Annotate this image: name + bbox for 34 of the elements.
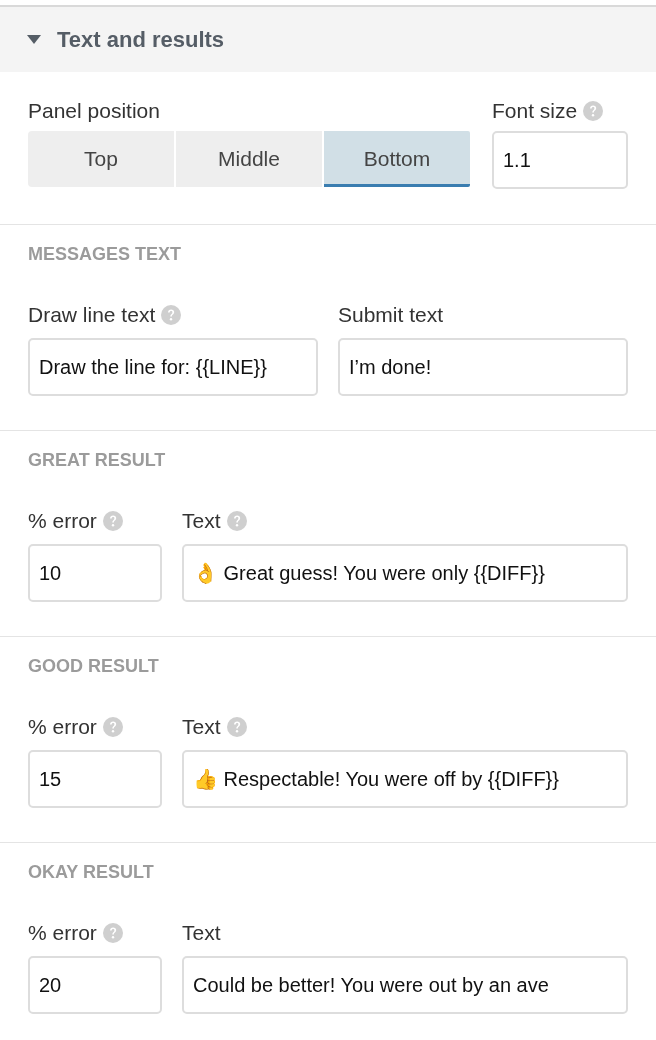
- field-label: Font size: [492, 98, 578, 124]
- text-input[interactable]: Could be better! You were out by an ave: [182, 956, 628, 1014]
- field-label: % error: [28, 714, 97, 740]
- segment-tab[interactable]: Top: [28, 131, 174, 187]
- segment-tab[interactable]: Bottom: [324, 131, 470, 187]
- text-input[interactable]: 👌 Great guess! You were only {{DIFF}}: [182, 544, 628, 602]
- help-icon[interactable]: [161, 305, 182, 325]
- field-label: Draw line text: [28, 302, 156, 328]
- field-label: Panel position: [28, 98, 160, 124]
- group-heading: GOOD RESULT: [28, 655, 159, 677]
- field-label: % error: [28, 920, 97, 946]
- text-input[interactable]: 👍 Respectable! You were off by {{DIFF}}: [182, 750, 628, 808]
- help-icon[interactable]: [226, 511, 247, 531]
- number-input[interactable]: 20: [28, 956, 162, 1014]
- text-input[interactable]: Draw the line for: {{LINE}}: [28, 338, 318, 396]
- segment-tab[interactable]: Middle: [176, 131, 322, 187]
- field-label: Text: [182, 508, 221, 534]
- number-input[interactable]: 15: [28, 750, 162, 808]
- help-icon[interactable]: [102, 923, 123, 943]
- section-header[interactable]: Text and results: [0, 7, 656, 72]
- number-input[interactable]: 1.1: [492, 131, 628, 189]
- help-icon[interactable]: [102, 717, 123, 737]
- group-heading: GREAT RESULT: [28, 449, 166, 471]
- field-label: Text: [182, 714, 221, 740]
- group-heading: MESSAGES TEXT: [28, 243, 182, 265]
- field-label: Submit text: [338, 302, 444, 328]
- number-input[interactable]: 10: [28, 544, 162, 602]
- text-input[interactable]: I’m done!: [338, 338, 628, 396]
- field-label: Text: [182, 920, 221, 946]
- help-icon[interactable]: [583, 101, 604, 121]
- help-icon[interactable]: [226, 717, 247, 737]
- group-heading: OKAY RESULT: [28, 861, 154, 883]
- help-icon[interactable]: [102, 511, 123, 531]
- field-label: % error: [28, 508, 97, 534]
